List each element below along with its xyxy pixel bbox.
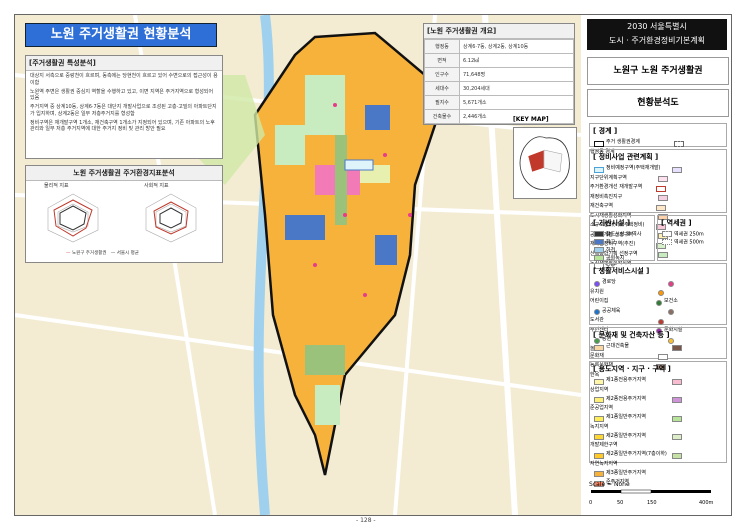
legend-zone: — 노원구 주거생활권 — 서울시 평균 [66, 251, 139, 256]
legend-boundary: [ 경계 ] 주거 생활권경계 행정동 경계 [589, 123, 727, 155]
keymap-svg [519, 136, 570, 191]
feature-bullet: 주거지역 중 상계10동, 상계6·7동은 대단지 개발사업으로 조성된 고층·… [30, 104, 217, 117]
table-row: 필지수 5,671개소 [424, 95, 574, 110]
page-title: 노원 주거생활권 현황분석 [25, 23, 217, 47]
legend-station-area: [ 역세권 ] 역세권 250m 역세권 500m [657, 215, 727, 261]
index-panel-title: 노원 주거생활권 주거환경지표분석 [26, 166, 222, 181]
plan-header: 2030 서울특별시 도시 · 주거환경정비기본계획 [587, 19, 727, 50]
feature-panel: [주거생활권 특성분석] 대상지 서측으로 중랑천이 흐르며, 동측에는 당현천… [25, 55, 223, 159]
radar-chart-left [47, 193, 99, 243]
keymap-label: [KEY MAP] [513, 116, 549, 123]
table-row: 행정동 상계6·7동, 상계2동, 상계10동 [424, 39, 574, 54]
map-canvas[interactable]: 노원 주거생활권 현황분석 [주거생활권 특성분석] 대상지 서측으로 중랑천이… [15, 15, 581, 515]
legend-services: [ 생활서비스시설 ] 경로당유치원 어린이집 보건소 공공체육도서관 주민센터 문… [589, 263, 727, 352]
overview-table: 행정동 상계6·7동, 상계2동, 상계10동 면적 6.12㎢ 인구수 71,648… [424, 39, 574, 124]
chart-left-label: 물리적 지표 [44, 183, 69, 189]
overview-title: [노원 주거생활권 개요] [424, 24, 574, 39]
legend-heritage: [ 문화재 및 건축자산 등 ] 근대건축물문화재 등록문화재한옥 [589, 327, 727, 378]
feature-bullet: 대상지 서측으로 중랑천이 흐르며, 동측에는 당현천이 흐르고 있어 수변으로… [30, 73, 218, 86]
page-frame: 노원 주거생활권 현황분석 [주거생활권 특성분석] 대상지 서측으로 중랑천이… [14, 14, 732, 516]
legend-zoning: [ 용도지역 · 지구 · 구역 ] 제1종전용주거지역상업지역 제2종전용주거… [589, 361, 727, 487]
legend-infrastructure: [ 기반시설 ] 철도노선 및 역사 학교 하천 공원녹지 도로 [589, 215, 655, 270]
chart-right-label: 사회적 지표 [144, 183, 169, 189]
feature-bullet: 정비구역은 재개발구역 1개소, 재건축구역 1개소가 지정되어 있으며, 기존… [30, 119, 215, 133]
feature-bullet: 노원역 주변은 생활권 중심지 역할을 수행하고 있고, 이면 지역은 주거지역… [30, 88, 214, 102]
scale-graphic [591, 489, 711, 494]
plan-subtitle: 노원구 노원 주거생활권 [587, 57, 729, 85]
table-row: 세대수 30,204세대 [424, 81, 574, 96]
radar-chart-right [145, 193, 197, 243]
keymap [513, 127, 577, 199]
scale-bar: Scale = None 0 50 150 400m [589, 481, 719, 506]
feature-panel-title: [주거생활권 특성분석] [26, 56, 222, 71]
index-panel: 노원 주거생활권 주거환경지표분석 물리적 지표 사회적 지표 — 노원구 주거… [25, 165, 223, 263]
page-number: - 128 - [356, 517, 376, 524]
table-row: 건축물수 2,446개소 [424, 109, 574, 124]
table-row: 면적 6.12㎢ [424, 53, 574, 68]
legend-redevelopment: [ 정비사업 관련계획 ] 정비예정구역(주택재개발)지구단위계획구역 주거환경… [589, 149, 727, 266]
plan-subtitle-2: 현황분석도 [587, 89, 729, 117]
legend-sidebar: 2030 서울특별시 도시 · 주거환경정비기본계획 노원구 노원 주거생활권 … [583, 15, 731, 515]
table-row: 인구수 71,648명 [424, 67, 574, 82]
overview-panel: [노원 주거생활권 개요] 행정동 상계6·7동, 상계2동, 상계10동 면적 6… [423, 23, 575, 125]
